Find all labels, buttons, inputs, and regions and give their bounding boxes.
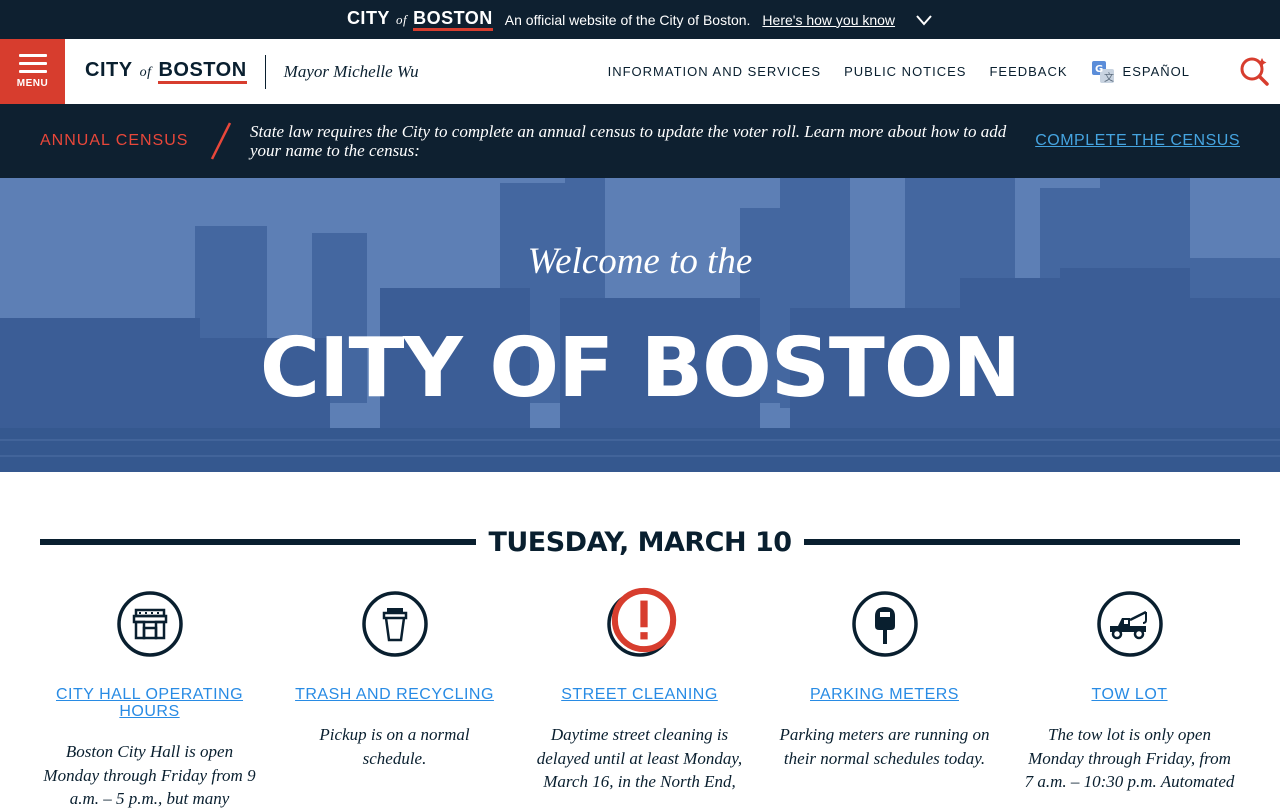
- tow-truck-icon: [1096, 590, 1164, 658]
- hero-welcome-text: Welcome to the: [527, 241, 753, 282]
- svg-text:G: G: [1095, 64, 1103, 75]
- heading-rule-left: [40, 539, 477, 545]
- translate-icon: G 文: [1091, 60, 1114, 84]
- service-card-parking-meters: PARKING METERS Parking meters are runnin…: [762, 590, 1007, 811]
- nav-espanol[interactable]: ESPAÑOL: [1123, 64, 1190, 79]
- language-selector[interactable]: G 文 ESPAÑOL: [1091, 60, 1190, 84]
- city-hall-hours-link[interactable]: CITY HALL OPERATING HOURS: [43, 686, 256, 720]
- menu-button[interactable]: MENU: [0, 39, 65, 104]
- svg-text:文: 文: [1104, 71, 1114, 84]
- hamburger-icon: [18, 54, 47, 73]
- service-cards: CITY HALL OPERATING HOURS Boston City Ha…: [27, 587, 1253, 811]
- heading-rule-right: [803, 539, 1241, 545]
- slash-divider: [210, 122, 232, 160]
- trash-can-icon: [361, 590, 429, 658]
- complete-census-link[interactable]: COMPLETE THE CENSUS: [1035, 132, 1240, 150]
- alert-exclamation-icon: [611, 587, 676, 653]
- nav-feedback[interactable]: FEEDBACK: [989, 64, 1067, 79]
- nav-public-notices[interactable]: PUBLIC NOTICES: [844, 64, 966, 79]
- tow-lot-link[interactable]: TOW LOT: [1091, 686, 1167, 703]
- official-banner-logo: CITY of BOSTON: [347, 8, 493, 31]
- main-nav: INFORMATION AND SERVICES PUBLIC NOTICES …: [608, 60, 1190, 84]
- menu-label: MENU: [16, 78, 49, 89]
- site-header: MENU CITY of BOSTON Mayor Michelle Wu IN…: [0, 39, 1280, 104]
- chevron-down-icon[interactable]: [915, 11, 933, 29]
- mayor-name: Mayor Michelle Wu: [283, 61, 419, 81]
- service-card-street-cleaning: STREET CLEANING Daytime street cleaning …: [517, 587, 762, 811]
- logo-boston-text: BOSTON: [413, 8, 493, 31]
- logo-city-text: CITY: [346, 8, 390, 28]
- hero-title: CITY OF BOSTON: [259, 321, 1021, 416]
- official-banner: CITY of BOSTON An official website of th…: [0, 0, 1280, 39]
- alert-title: ANNUAL CENSUS: [40, 132, 189, 149]
- logo-city-text: CITY: [85, 59, 133, 81]
- city-hall-icon: [116, 590, 184, 658]
- street-cleaning-link[interactable]: STREET CLEANING: [561, 686, 718, 703]
- date-heading: TUESDAY, MARCH 10: [40, 524, 1241, 560]
- nav-information-and-services[interactable]: INFORMATION AND SERVICES: [608, 64, 822, 79]
- service-card-city-hall: CITY HALL OPERATING HOURS Boston City Ha…: [27, 590, 272, 811]
- date-heading-text: TUESDAY, MARCH 10: [488, 526, 792, 558]
- trash-and-recycling-link[interactable]: TRASH AND RECYCLING: [295, 686, 494, 703]
- hero-banner: Welcome to the CITY OF BOSTON: [0, 178, 1280, 472]
- parking-meters-text: Parking meters are running on their norm…: [779, 725, 990, 768]
- alert-text: State law requires the City to complete …: [250, 122, 1007, 160]
- city-of-boston-logo[interactable]: CITY of BOSTON: [85, 59, 247, 84]
- service-card-trash: TRASH AND RECYCLING Pickup is on a norma…: [272, 590, 517, 811]
- service-card-tow-lot: TOW LOT The tow lot is only open Monday …: [1007, 590, 1252, 811]
- search-icon[interactable]: [1236, 53, 1272, 89]
- header-divider: [264, 54, 266, 89]
- heres-how-you-know-link[interactable]: Here's how you know: [762, 12, 895, 28]
- logo-of-text: of: [139, 65, 152, 80]
- logo-of-text: of: [395, 12, 408, 27]
- logo-boston-text: BOSTON: [158, 59, 247, 84]
- street-cleaning-text: Daytime street cleaning is delayed until…: [536, 725, 743, 791]
- official-banner-text: An official website of the City of Bosto…: [504, 11, 751, 28]
- census-alert-banner: ANNUAL CENSUS State law requires the Cit…: [0, 104, 1280, 178]
- tow-lot-text: The tow lot is only open Monday through …: [1024, 725, 1235, 791]
- parking-meters-link[interactable]: PARKING METERS: [810, 686, 959, 703]
- parking-meter-icon: [851, 590, 919, 658]
- street-sweeper-icon: [606, 587, 676, 658]
- trash-and-recycling-text: Pickup is on a normal schedule.: [319, 725, 470, 768]
